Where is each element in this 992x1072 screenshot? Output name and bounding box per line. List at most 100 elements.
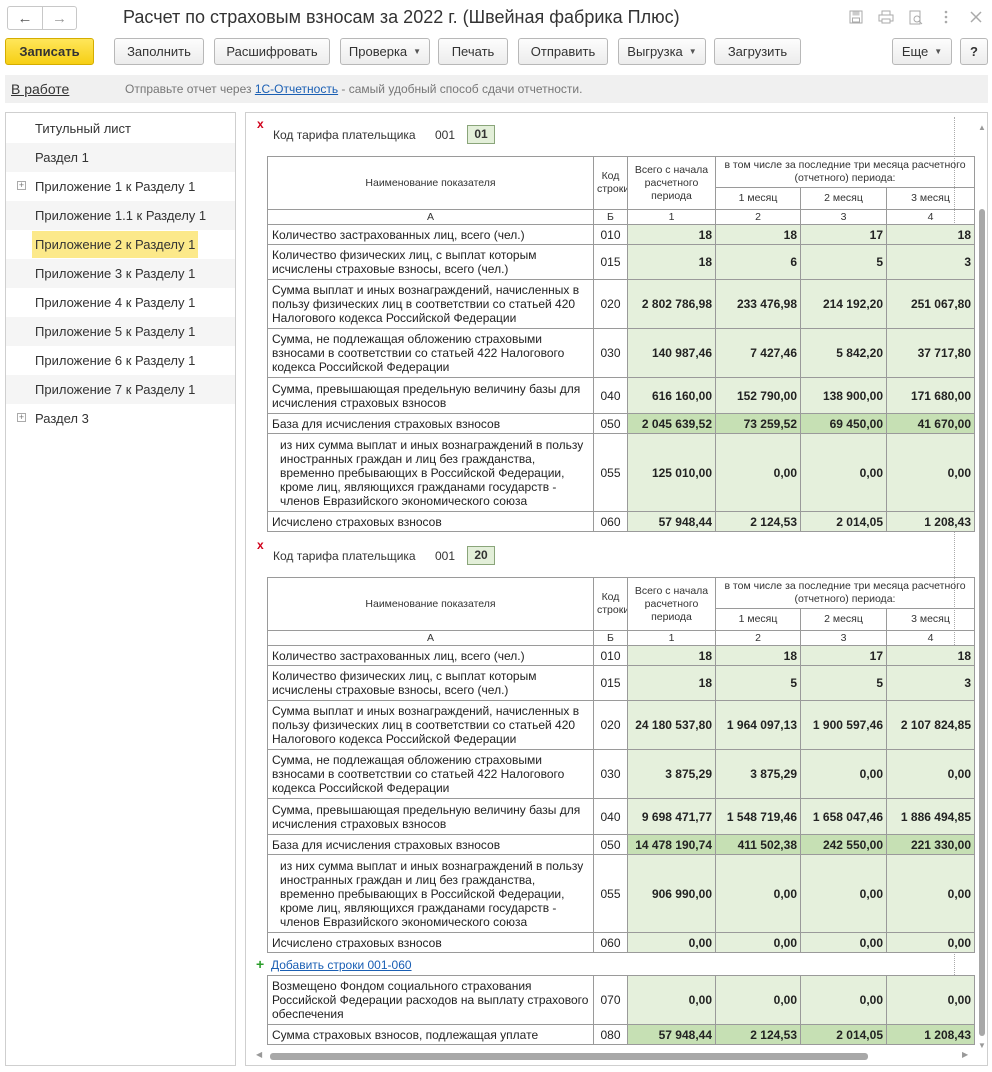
value-cell[interactable]: 0,00 [800,932,887,953]
sidebar-item-title-page[interactable]: Титульный лист [6,114,235,143]
help-button[interactable]: ? [960,38,988,65]
value-cell[interactable]: 17 [800,224,887,245]
value-cell[interactable]: 5 [800,665,887,701]
value-cell[interactable]: 3 875,29 [627,749,716,799]
export-button[interactable]: Выгрузка ▼ [618,38,706,65]
value-cell[interactable]: 2 124,53 [715,511,801,532]
value-cell[interactable]: 0,00 [800,749,887,799]
value-cell[interactable]: 24 180 537,80 [627,700,716,750]
save-button[interactable]: Записать [5,38,94,65]
add-rows-link[interactable]: Добавить строки 001-060 [271,958,412,972]
more-button[interactable]: Еще ▼ [892,38,952,65]
value-cell[interactable]: 0,00 [886,932,975,953]
preview-icon[interactable] [906,8,926,26]
scroll-up-icon[interactable]: ▲ [978,123,986,132]
value-cell[interactable]: 18 [886,645,975,666]
tariff-code-field[interactable]: 20 [467,546,495,565]
check-button[interactable]: Проверка ▼ [340,38,430,65]
value-cell[interactable]: 2 802 786,98 [627,279,716,329]
value-cell[interactable]: 1 964 097,13 [715,700,801,750]
value-cell[interactable]: 3 [886,244,975,280]
value-cell[interactable]: 0,00 [886,433,975,512]
value-cell[interactable]: 0,00 [715,975,801,1025]
save-icon[interactable] [846,8,866,26]
sidebar-item-section-1[interactable]: Раздел 1 [6,143,235,172]
value-cell[interactable]: 152 790,00 [715,377,801,414]
value-cell[interactable]: 1 208,43 [886,511,975,532]
value-cell[interactable]: 18 [627,645,716,666]
more-icon[interactable] [936,8,956,26]
sidebar-item-appendix-4[interactable]: Приложение 4 к Разделу 1 [6,288,235,317]
value-cell[interactable]: 0,00 [627,932,716,953]
send-button[interactable]: Отправить [518,38,608,65]
value-cell[interactable]: 1 548 719,46 [715,798,801,835]
vertical-scrollbar[interactable]: ▲ ▼ [976,113,987,1053]
sidebar-item-appendix-7[interactable]: Приложение 7 к Разделу 1 [6,375,235,404]
back-arrow-icon[interactable]: ← [8,7,42,29]
value-cell[interactable]: 140 987,46 [627,328,716,378]
value-cell[interactable]: 57 948,44 [627,511,716,532]
status-link[interactable]: В работе [11,81,69,97]
value-cell[interactable]: 7 427,46 [715,328,801,378]
delete-block-icon[interactable]: x [257,117,264,131]
value-cell[interactable]: 2 014,05 [800,511,887,532]
value-cell[interactable]: 0,00 [886,749,975,799]
sidebar-item-section-3[interactable]: + Раздел 3 [6,404,235,433]
vertical-scroll-thumb[interactable] [979,209,985,1036]
value-cell[interactable]: 18 [886,224,975,245]
value-cell[interactable]: 5 [800,244,887,280]
value-cell[interactable]: 214 192,20 [800,279,887,329]
sidebar-item-appendix-1[interactable]: + Приложение 1 к Разделу 1 [6,172,235,201]
value-cell[interactable]: 616 160,00 [627,377,716,414]
value-cell[interactable]: 0,00 [886,854,975,933]
sidebar-item-appendix-5[interactable]: Приложение 5 к Разделу 1 [6,317,235,346]
value-cell[interactable]: 37 717,80 [886,328,975,378]
value-cell[interactable]: 138 900,00 [800,377,887,414]
scroll-down-icon[interactable]: ▼ [978,1041,986,1050]
sidebar-item-appendix-1-1[interactable]: Приложение 1.1 к Разделу 1 [6,201,235,230]
value-cell[interactable]: 18 [715,645,801,666]
sidebar-item-appendix-6[interactable]: Приложение 6 к Разделу 1 [6,346,235,375]
value-cell[interactable]: 0,00 [715,932,801,953]
scroll-left-icon[interactable]: ◀ [256,1050,262,1059]
expand-plus-icon[interactable]: + [17,181,26,190]
value-cell[interactable]: 0,00 [800,433,887,512]
value-cell[interactable]: 233 476,98 [715,279,801,329]
sidebar-item-appendix-2[interactable]: Приложение 2 к Разделу 1 [6,230,235,259]
value-cell[interactable]: 18 [627,244,716,280]
value-cell[interactable]: 906 990,00 [627,854,716,933]
value-cell[interactable]: 0,00 [715,433,801,512]
value-cell[interactable]: 1 658 047,46 [800,798,887,835]
print-button[interactable]: Печать [438,38,508,65]
value-cell[interactable]: 9 698 471,77 [627,798,716,835]
expand-plus-icon[interactable]: + [17,413,26,422]
value-cell[interactable]: 2 107 824,85 [886,700,975,750]
value-cell[interactable]: 5 842,20 [800,328,887,378]
load-button[interactable]: Загрузить [714,38,801,65]
value-cell[interactable]: 6 [715,244,801,280]
value-cell[interactable]: 1 900 597,46 [800,700,887,750]
horizontal-scroll-thumb[interactable] [270,1053,868,1060]
delete-block-icon[interactable]: x [257,538,264,552]
tariff-code-field[interactable]: 01 [467,125,495,144]
value-cell[interactable]: 0,00 [800,975,887,1025]
value-cell[interactable]: 3 875,29 [715,749,801,799]
horizontal-scrollbar[interactable]: ◀ ▶ [256,1050,972,1062]
value-cell[interactable]: 0,00 [886,975,975,1025]
forward-arrow-icon[interactable]: → [42,7,76,29]
value-cell[interactable]: 0,00 [800,854,887,933]
value-cell[interactable]: 0,00 [715,854,801,933]
value-cell[interactable]: 18 [627,224,716,245]
value-cell[interactable]: 171 680,00 [886,377,975,414]
value-cell[interactable]: 3 [886,665,975,701]
sidebar-item-appendix-3[interactable]: Приложение 3 к Разделу 1 [6,259,235,288]
close-icon[interactable] [966,8,986,26]
value-cell[interactable]: 0,00 [627,975,716,1025]
value-cell[interactable]: 18 [627,665,716,701]
value-cell[interactable]: 251 067,80 [886,279,975,329]
scroll-right-icon[interactable]: ▶ [962,1050,968,1059]
value-cell[interactable]: 125 010,00 [627,433,716,512]
value-cell[interactable]: 17 [800,645,887,666]
print-icon[interactable] [876,8,896,26]
decode-button[interactable]: Расшифровать [214,38,330,65]
